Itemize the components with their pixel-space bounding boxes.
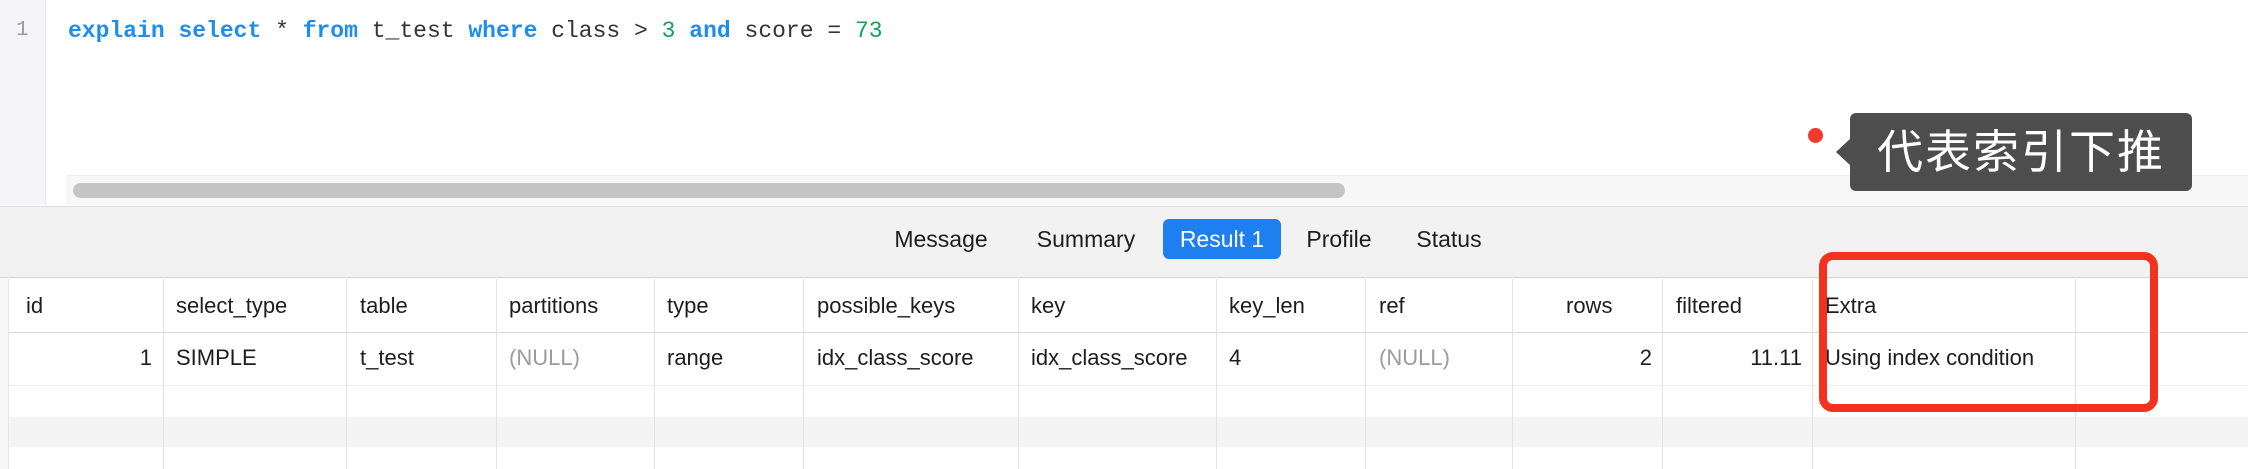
column-divider[interactable] (1812, 279, 1813, 469)
column-divider[interactable] (1018, 279, 1019, 469)
cell-table[interactable]: t_test (360, 334, 490, 385)
column-divider[interactable] (496, 279, 497, 469)
column-header-type[interactable]: type (667, 279, 797, 332)
cell-id[interactable]: 1 (20, 334, 152, 385)
line-gutter: 1 (0, 0, 46, 205)
keyword-select: select (178, 18, 262, 44)
empty-row (0, 447, 2248, 469)
column-divider[interactable] (803, 279, 804, 469)
column-header-table[interactable]: table (360, 279, 490, 332)
column-header-select-type[interactable]: select_type (176, 279, 346, 332)
operator-eq: = (827, 18, 842, 44)
column-divider[interactable] (163, 279, 164, 469)
column-score-token: score (744, 18, 814, 44)
tooltip-arrow (1836, 138, 1851, 166)
keyword-from: from (302, 18, 358, 44)
column-divider[interactable] (1365, 279, 1366, 469)
scrollbar-thumb[interactable] (73, 183, 1345, 198)
number-73: 73 (854, 18, 883, 44)
keyword-and: and (689, 18, 731, 44)
cell-partitions[interactable]: (NULL) (509, 334, 649, 385)
column-divider[interactable] (1216, 279, 1217, 469)
tab-status[interactable]: Status (1406, 219, 1492, 259)
number-3: 3 (661, 18, 676, 44)
column-class-token: class (551, 18, 621, 44)
tab-summary[interactable]: Summary (1026, 219, 1146, 259)
cell-rows[interactable]: 2 (1516, 334, 1652, 385)
keyword-where: where (468, 18, 538, 44)
column-header-id[interactable]: id (26, 279, 156, 332)
keyword-explain: explain (68, 18, 165, 44)
row-selector-column (0, 279, 9, 469)
column-divider[interactable] (654, 279, 655, 469)
cell-key[interactable]: idx_class_score (1031, 334, 1216, 385)
empty-row (0, 417, 2248, 447)
cell-key-len[interactable]: 4 (1229, 334, 1359, 385)
tab-result-1[interactable]: Result 1 (1163, 219, 1281, 259)
column-header-ref[interactable]: ref (1379, 279, 1509, 332)
cell-filtered[interactable]: 11.11 (1672, 334, 1802, 385)
tab-message[interactable]: Message (880, 219, 1002, 259)
highlight-box (1819, 252, 2158, 412)
column-header-key[interactable]: key (1031, 279, 1201, 332)
query-line[interactable]: explain select * from t_test where class… (68, 18, 883, 44)
cell-type[interactable]: range (667, 334, 797, 385)
cell-possible-keys[interactable]: idx_class_score (817, 334, 1017, 385)
annotation-dot (1808, 128, 1823, 143)
column-divider[interactable] (1512, 279, 1513, 469)
column-header-key-len[interactable]: key_len (1229, 279, 1359, 332)
annotation-tooltip: 代表索引下推 (1850, 113, 2192, 191)
cell-select-type[interactable]: SIMPLE (176, 334, 346, 385)
star-token: * (275, 18, 289, 44)
tab-profile[interactable]: Profile (1296, 219, 1382, 259)
column-header-possible-keys[interactable]: possible_keys (817, 279, 1007, 332)
cell-ref[interactable]: (NULL) (1379, 334, 1509, 385)
column-header-partitions[interactable]: partitions (509, 279, 649, 332)
operator-gt: > (634, 18, 648, 44)
column-divider[interactable] (1662, 279, 1663, 469)
table-token: t_test (371, 18, 455, 44)
line-number: 1 (16, 19, 29, 42)
column-divider[interactable] (346, 279, 347, 469)
column-header-filtered[interactable]: filtered (1676, 279, 1806, 332)
